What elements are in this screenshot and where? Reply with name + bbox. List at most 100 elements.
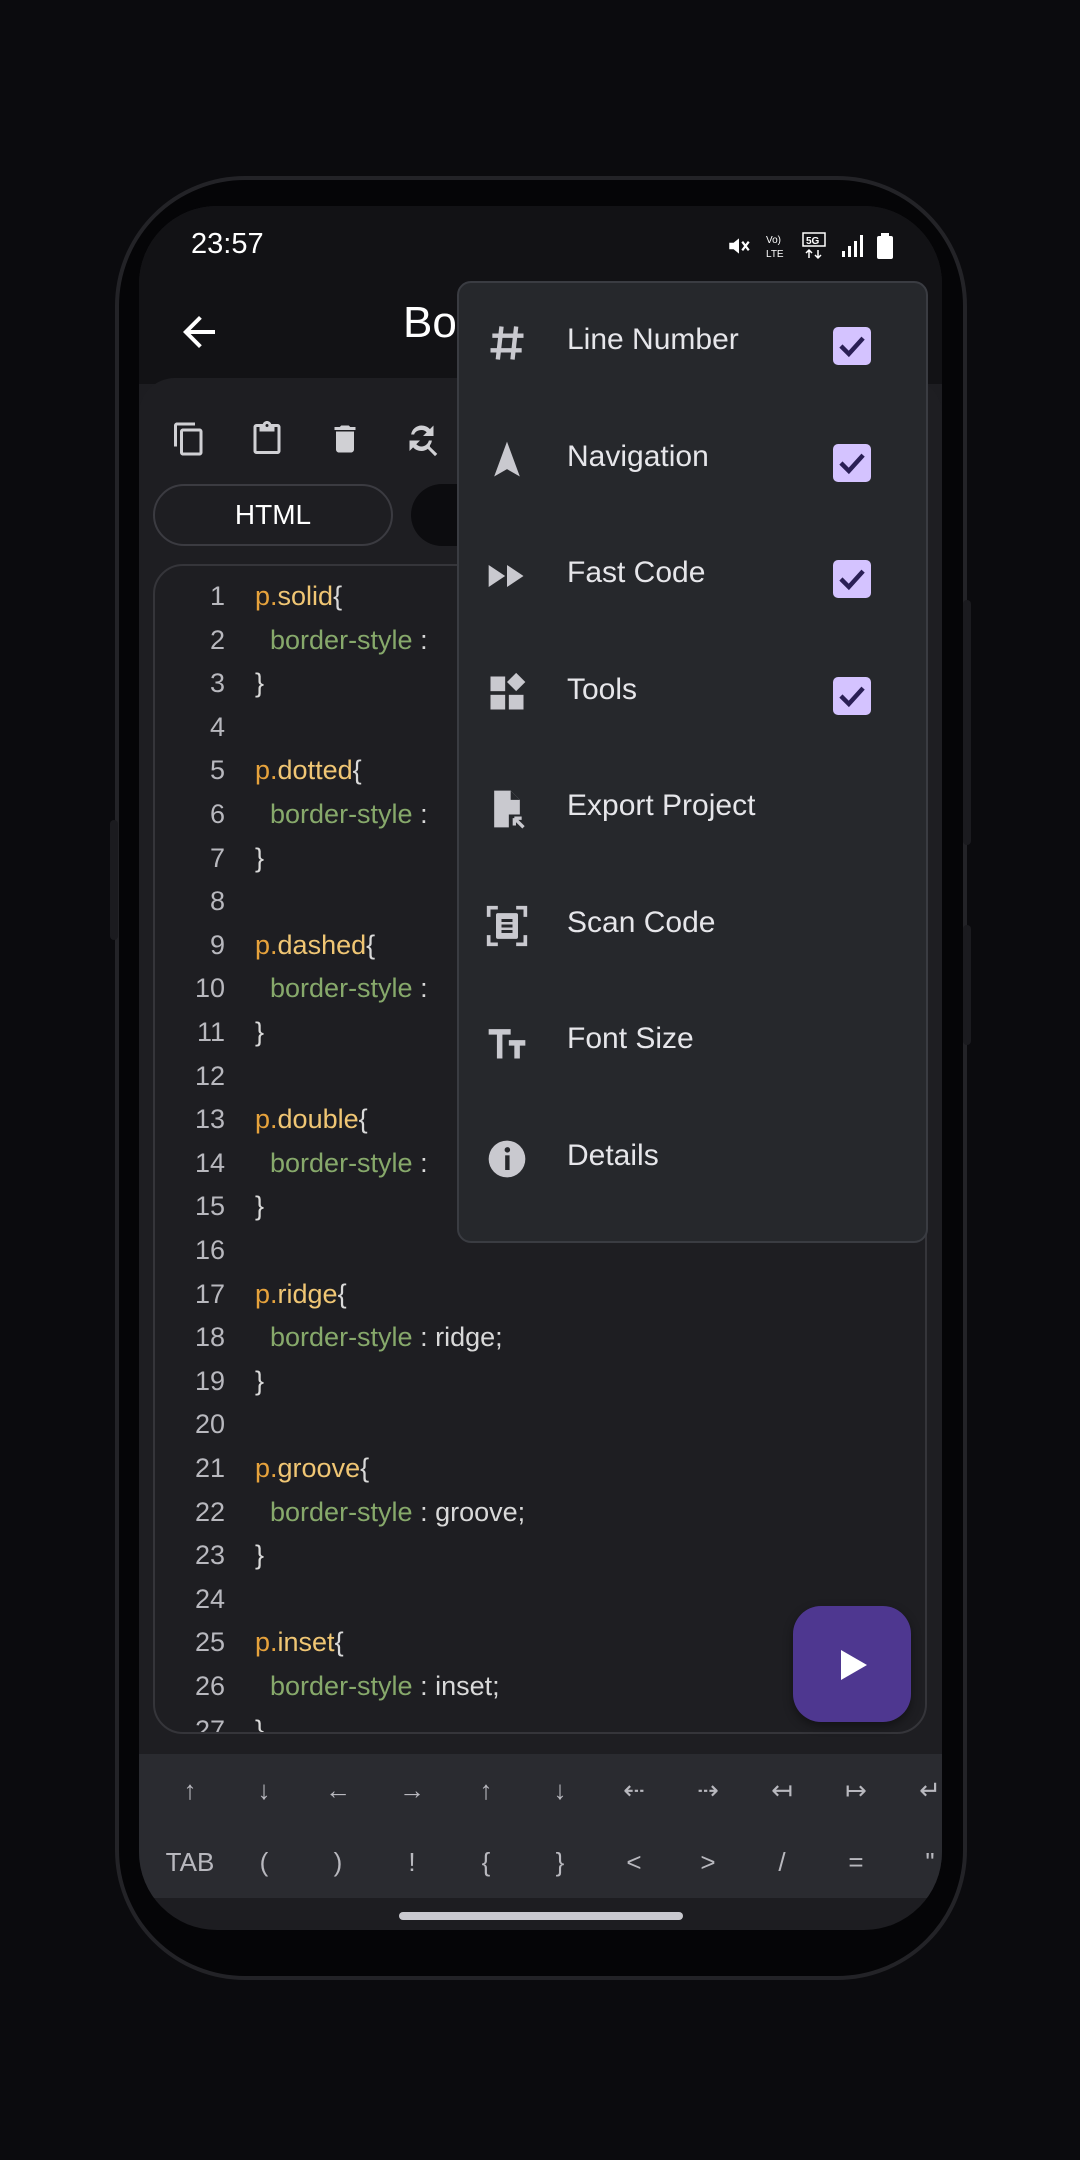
- file-export-icon: [494, 790, 525, 829]
- code-line: 20: [155, 1402, 925, 1446]
- menu-item-line-number[interactable]: Line Number: [459, 283, 926, 399]
- line-number: 24: [194, 1583, 225, 1614]
- code-text: }: [255, 1365, 265, 1396]
- checkbox[interactable]: [833, 676, 871, 715]
- checkbox[interactable]: [833, 327, 871, 365]
- line-number: 22: [194, 1496, 225, 1527]
- code-text: }: [255, 842, 265, 873]
- side-button: [110, 820, 118, 940]
- check-icon: [839, 569, 865, 591]
- shortcut-key[interactable]: ⇠: [597, 1754, 671, 1826]
- line-number: 4: [209, 711, 225, 742]
- code-text: }: [255, 668, 265, 699]
- fast-forward-icon: [488, 565, 524, 587]
- line-number: 11: [196, 1017, 225, 1047]
- code-text: }: [255, 1540, 265, 1571]
- shortcut-key[interactable]: !: [375, 1826, 449, 1898]
- delete-icon[interactable]: [327, 418, 363, 460]
- shortcut-key[interactable]: ": [893, 1826, 942, 1898]
- menu-item-label: Font Size: [567, 1022, 694, 1055]
- side-button: [963, 600, 971, 845]
- battery-icon: [877, 233, 893, 259]
- status-icons: Vo) LTE 5G: [726, 230, 894, 262]
- code-line: 17 p.ridge{: [155, 1272, 925, 1316]
- code-text: border-style :: [270, 1147, 428, 1178]
- checkbox[interactable]: [833, 560, 871, 598]
- line-number: 8: [209, 886, 225, 917]
- checkbox[interactable]: [833, 443, 871, 482]
- hash-icon: [490, 326, 524, 360]
- find-replace-icon[interactable]: [405, 418, 441, 460]
- shortcut-key[interactable]: →: [375, 1754, 449, 1826]
- back-arrow-icon[interactable]: [175, 308, 223, 356]
- shortcut-key[interactable]: ↵: [893, 1754, 942, 1826]
- line-number: 21: [194, 1453, 225, 1483]
- editor-toolbar: [171, 418, 441, 460]
- line-number: 16: [194, 1235, 225, 1265]
- code-text: p.ridge{: [255, 1278, 347, 1309]
- menu-item-scan-code[interactable]: Scan Code: [459, 866, 926, 982]
- code-text: }: [255, 1017, 265, 1047]
- menu-item-navigation[interactable]: Navigation: [459, 400, 926, 516]
- shortcut-key[interactable]: ↦: [819, 1754, 893, 1826]
- widgets-icon: [490, 672, 526, 709]
- shortcut-key[interactable]: /: [745, 1826, 819, 1898]
- line-number: 25: [194, 1627, 225, 1658]
- info-icon: [488, 1140, 526, 1177]
- shortcut-key[interactable]: TAB: [153, 1826, 227, 1898]
- line-number: 10: [194, 973, 225, 1004]
- line-number: 23: [194, 1540, 225, 1571]
- menu-item-label: Details: [567, 1138, 659, 1172]
- shortcut-key[interactable]: ): [301, 1826, 375, 1898]
- line-number: 17: [194, 1278, 225, 1309]
- shortcut-key[interactable]: {: [449, 1826, 523, 1898]
- shortcut-key[interactable]: =: [819, 1826, 893, 1898]
- run-button[interactable]: [793, 1606, 911, 1722]
- shortcut-key-row-arrows: ↑ ↓ ← → ↑ ↓ ⇠ ⇢ ↤ ↦ ↵: [139, 1754, 942, 1826]
- shortcut-key[interactable]: <: [597, 1826, 671, 1898]
- check-icon: [839, 336, 865, 358]
- mute-icon: [729, 238, 750, 254]
- code-text: border-style :: [270, 799, 428, 829]
- line-number: 6: [209, 799, 225, 829]
- shortcut-key[interactable]: (: [227, 1826, 301, 1898]
- code-text: border-style : inset;: [270, 1671, 500, 1701]
- menu-item-label: Tools: [567, 672, 638, 706]
- menu-item-tools[interactable]: Tools: [459, 633, 926, 749]
- shortcut-key[interactable]: }: [523, 1826, 597, 1898]
- overflow-menu: Line Number Navigation Fast Code Tools Expor…: [457, 281, 928, 1243]
- line-number: 26: [194, 1671, 225, 1701]
- code-line: 19}: [155, 1359, 925, 1403]
- line-number: 9: [209, 929, 225, 960]
- code-text: p.dotted{: [255, 755, 362, 786]
- document-scanner-icon: [486, 905, 528, 946]
- code-text: p.solid{: [255, 581, 343, 611]
- code-text: border-style : groove;: [270, 1496, 526, 1527]
- shortcut-key[interactable]: ↓: [523, 1754, 597, 1826]
- menu-item-details[interactable]: Details: [459, 1099, 926, 1215]
- code-text: border-style :: [270, 973, 428, 1004]
- menu-item-label: Fast Code: [567, 556, 706, 589]
- shortcut-key[interactable]: ↤: [745, 1754, 819, 1826]
- shortcut-key[interactable]: ↑: [449, 1754, 523, 1826]
- shortcut-key[interactable]: >: [671, 1826, 745, 1898]
- paste-icon[interactable]: [249, 418, 285, 460]
- copy-icon[interactable]: [171, 418, 207, 460]
- shortcut-key[interactable]: ↓: [227, 1754, 301, 1826]
- line-number: 5: [209, 755, 225, 786]
- shortcut-key[interactable]: ←: [301, 1754, 375, 1826]
- line-number: 1: [209, 581, 225, 611]
- menu-item-export-project[interactable]: Export Project: [459, 749, 926, 865]
- tab-html[interactable]: HTML: [153, 484, 393, 546]
- shortcut-key-row-symbols: TAB()!{} < > / = ": [139, 1826, 942, 1898]
- menu-item-fast-code[interactable]: Fast Code: [459, 516, 926, 632]
- svg-text:5G: 5G: [806, 236, 820, 247]
- 5g-icon: 5G: [802, 232, 826, 260]
- menu-item-font-size[interactable]: Font Size: [459, 982, 926, 1098]
- home-indicator[interactable]: [399, 1912, 683, 1920]
- shortcut-key[interactable]: ⇢: [671, 1754, 745, 1826]
- line-number: 19: [194, 1365, 225, 1396]
- line-number: 3: [209, 668, 225, 699]
- code-text: }: [255, 1714, 265, 1734]
- shortcut-key[interactable]: ↑: [153, 1754, 227, 1826]
